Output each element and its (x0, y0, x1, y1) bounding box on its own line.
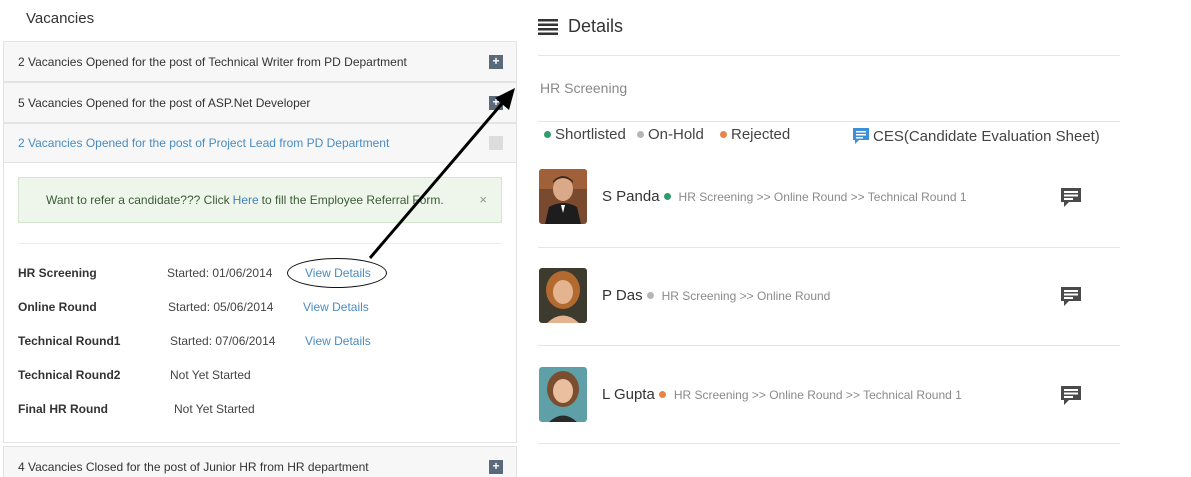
section-title: HR Screening (540, 80, 628, 96)
green-dot-icon (544, 131, 551, 138)
legend-shortlisted: Shortlisted (544, 126, 626, 143)
legend-label: CES(Candidate Evaluation Sheet) (873, 127, 1100, 145)
legend-on-hold: On-Hold (637, 126, 704, 143)
legend-rejected: Rejected (720, 126, 790, 143)
green-dot-icon (663, 193, 671, 200)
candidate-progress: HR Screening >> Online Round (661, 288, 831, 303)
candidate-row[interactable]: S Panda HR Screening >> Online Round >> … (538, 169, 1120, 229)
comment-icon[interactable] (1060, 187, 1082, 209)
legend-label: On-Hold (648, 126, 704, 143)
avatar (539, 367, 587, 422)
comment-icon[interactable] (1060, 286, 1082, 308)
details-title: Details (568, 16, 624, 36)
legend-label: Rejected (731, 126, 791, 143)
legend-label: Shortlisted (555, 126, 626, 143)
legend-ces: CES(Candidate Evaluation Sheet) (851, 126, 1100, 146)
candidate-name[interactable]: S Panda HR Screening >> Online Round >> … (602, 188, 967, 205)
avatar (539, 169, 587, 224)
candidate-progress: HR Screening >> Online Round >> Technica… (673, 387, 962, 402)
list-icon (538, 18, 558, 35)
status-legend: Shortlisted On-Hold Rejected CES(Candida… (544, 126, 1104, 146)
avatar (539, 268, 587, 323)
candidate-row[interactable]: P Das HR Screening >> Online Round (538, 268, 1120, 328)
orange-dot-icon (658, 391, 666, 398)
divider (538, 121, 1120, 122)
divider (538, 345, 1120, 346)
candidate-row[interactable]: L Gupta HR Screening >> Online Round >> … (538, 367, 1120, 427)
comment-icon[interactable] (1060, 385, 1082, 407)
gray-dot-icon (637, 131, 644, 138)
candidate-name[interactable]: P Das HR Screening >> Online Round (602, 287, 830, 304)
comment-icon (853, 128, 869, 144)
candidate-name[interactable]: L Gupta HR Screening >> Online Round >> … (602, 386, 962, 403)
orange-dot-icon (720, 131, 727, 138)
divider (538, 247, 1120, 248)
details-header: Details (538, 16, 623, 37)
candidate-progress: HR Screening >> Online Round >> Technica… (678, 189, 967, 204)
divider (538, 443, 1120, 444)
gray-dot-icon (646, 292, 654, 299)
divider (538, 55, 1120, 56)
